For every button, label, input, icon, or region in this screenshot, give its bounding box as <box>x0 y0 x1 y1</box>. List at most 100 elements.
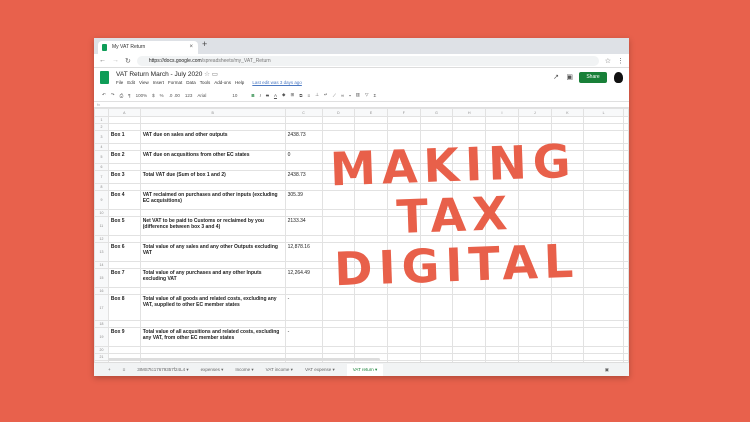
column-header-d[interactable]: D <box>321 108 356 117</box>
box-label-cell[interactable]: Box 6 <box>107 242 141 262</box>
wrap-icon[interactable]: ↵ <box>324 92 328 98</box>
cell[interactable] <box>517 123 552 131</box>
cell[interactable] <box>583 268 624 288</box>
star-icon[interactable]: ☆ <box>204 71 210 78</box>
cell[interactable] <box>517 353 552 361</box>
menu-data[interactable]: Data <box>186 80 196 85</box>
decimal-buttons[interactable]: .0 .00 <box>169 93 180 98</box>
browser-menu-icon[interactable]: ⋮ <box>617 57 624 65</box>
italic-icon[interactable]: I <box>260 93 261 98</box>
cell[interactable] <box>107 346 141 354</box>
select-all-corner[interactable] <box>94 108 109 117</box>
cell[interactable] <box>485 123 519 131</box>
cell[interactable] <box>583 261 624 269</box>
cell[interactable] <box>419 353 454 361</box>
cell[interactable] <box>623 209 629 217</box>
cell[interactable] <box>284 183 323 191</box>
cell[interactable] <box>284 261 323 269</box>
forward-icon[interactable]: → <box>112 57 119 64</box>
cell[interactable] <box>623 130 629 144</box>
column-header-e[interactable]: E <box>354 108 388 117</box>
percent-button[interactable]: % <box>160 93 164 98</box>
column-header-c[interactable]: C <box>284 108 323 117</box>
cell[interactable] <box>321 327 356 347</box>
box-label-cell[interactable]: Box 2 <box>107 150 141 164</box>
new-tab-icon[interactable]: + <box>202 39 207 49</box>
description-cell[interactable]: VAT due on sales and other outputs <box>139 130 286 144</box>
cell[interactable] <box>452 353 487 361</box>
row-header[interactable]: 12 <box>94 235 109 243</box>
cell[interactable] <box>107 320 141 328</box>
cell[interactable] <box>623 163 629 171</box>
menu-file[interactable]: File <box>116 80 123 85</box>
cell[interactable] <box>623 346 629 354</box>
cell[interactable] <box>583 346 624 354</box>
cell[interactable] <box>107 235 141 243</box>
cell[interactable] <box>517 327 552 347</box>
cell[interactable] <box>139 163 286 171</box>
cell[interactable] <box>623 294 629 321</box>
add-sheet-icon[interactable]: + <box>108 367 111 372</box>
cell[interactable] <box>419 294 454 321</box>
cell[interactable] <box>321 123 356 131</box>
cell[interactable] <box>284 287 323 295</box>
cell[interactable] <box>550 287 585 295</box>
cell[interactable] <box>386 346 421 354</box>
cell[interactable] <box>583 287 624 295</box>
row-header[interactable]: 10 <box>94 209 109 217</box>
row-header[interactable]: 19 <box>94 327 109 347</box>
fill-color-icon[interactable]: ◆ <box>282 92 285 98</box>
menu-insert[interactable]: Insert <box>153 80 164 85</box>
cell[interactable] <box>419 116 454 124</box>
row-header[interactable]: 6 <box>94 163 109 171</box>
sheet-tab[interactable]: 3IMS7tc17679357f24L4 ▾ <box>137 367 188 373</box>
cell[interactable] <box>386 123 421 131</box>
cell[interactable] <box>550 346 585 354</box>
cell[interactable] <box>623 242 629 262</box>
activity-icon[interactable]: ↗ <box>553 73 559 81</box>
currency-button[interactable]: $ <box>152 93 155 98</box>
bookmark-star-icon[interactable]: ☆ <box>605 57 611 65</box>
bold-icon[interactable]: B <box>251 93 254 98</box>
sheet-tab[interactable]: VAT expense ▾ <box>305 367 335 373</box>
cell[interactable] <box>107 163 141 171</box>
filter-icon[interactable]: ▽ <box>365 92 368 98</box>
cell[interactable] <box>419 123 454 131</box>
description-cell[interactable]: Total value of all acqusitions and relat… <box>139 327 286 347</box>
description-cell[interactable]: VAT due on acqusitions from other EC sta… <box>139 150 286 164</box>
cell[interactable] <box>583 143 624 151</box>
cell[interactable] <box>386 320 421 328</box>
cell[interactable] <box>583 170 624 184</box>
cell[interactable] <box>485 346 519 354</box>
link-icon[interactable]: ∞ <box>341 93 344 98</box>
all-sheets-icon[interactable]: ≡ <box>123 367 126 372</box>
back-icon[interactable]: ← <box>99 57 106 64</box>
sheets-logo-icon[interactable] <box>100 71 109 84</box>
sheet-menu-chevron-icon[interactable]: ▾ <box>331 367 334 372</box>
value-cell[interactable]: 0 <box>284 150 323 164</box>
cell[interactable] <box>354 327 388 347</box>
row-header[interactable]: 17 <box>94 294 109 321</box>
cell[interactable] <box>623 170 629 184</box>
cell[interactable] <box>550 116 585 124</box>
row-header[interactable]: 4 <box>94 143 109 151</box>
rotate-icon[interactable]: ⟋ <box>333 93 336 98</box>
row-header[interactable]: 1 <box>94 116 109 124</box>
cell[interactable] <box>550 123 585 131</box>
sheet-tab[interactable]: VAT return ▾ <box>346 363 384 376</box>
more-formats-select[interactable]: 123 <box>185 93 193 98</box>
column-header-g[interactable]: G <box>419 108 454 117</box>
value-cell[interactable]: - <box>284 294 323 321</box>
menu-edit[interactable]: Edit <box>127 80 135 85</box>
cell[interactable] <box>354 320 388 328</box>
row-header[interactable]: 20 <box>94 346 109 354</box>
browser-tab[interactable]: My VAT Return × <box>98 41 198 54</box>
box-label-cell[interactable]: Box 4 <box>107 190 141 210</box>
menu-help[interactable]: Help <box>235 80 244 85</box>
box-label-cell[interactable]: Box 1 <box>107 130 141 144</box>
cell[interactable] <box>623 123 629 131</box>
cell[interactable] <box>623 353 629 361</box>
last-edit-link[interactable]: Last edit was 3 days ago <box>252 80 302 85</box>
font-size-select[interactable]: 10 <box>232 93 246 98</box>
cell[interactable] <box>623 116 629 124</box>
